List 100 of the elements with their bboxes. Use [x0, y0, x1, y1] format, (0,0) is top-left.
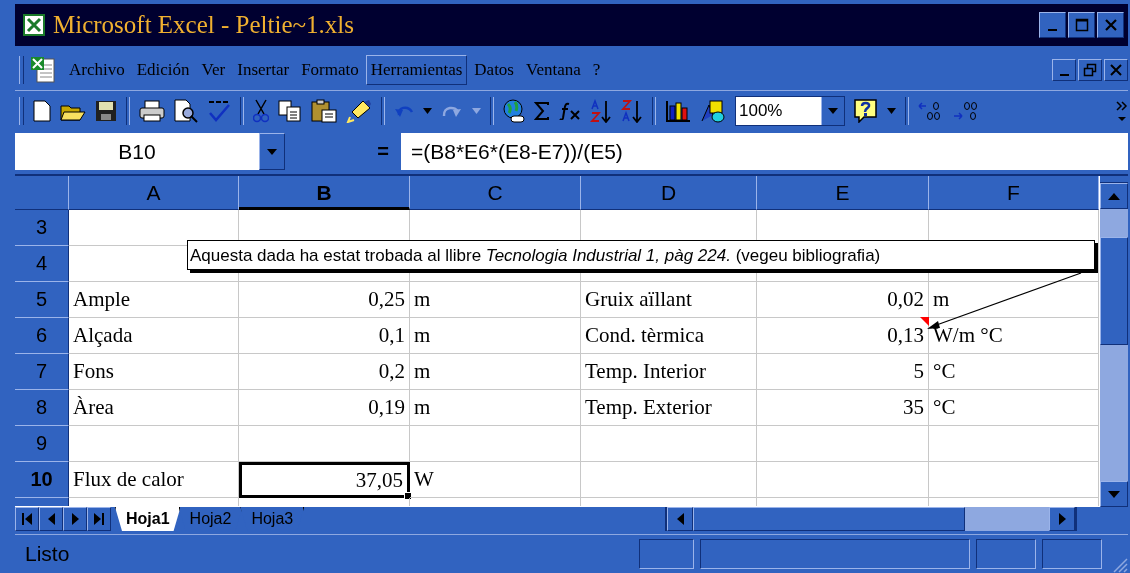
sort-ascending-icon[interactable] [590, 99, 612, 123]
table-cell[interactable]: Temp. Interior [581, 354, 757, 390]
table-cell[interactable]: Flux de calor [69, 462, 239, 498]
table-cell[interactable]: Ample [69, 282, 239, 318]
table-cell[interactable] [410, 426, 581, 462]
scroll-down-button[interactable] [1100, 481, 1128, 507]
table-cell[interactable]: 0,25 [239, 282, 410, 318]
table-cell[interactable]: m [410, 282, 581, 318]
redo-icon[interactable] [441, 104, 463, 118]
bar-chart-icon[interactable] [665, 100, 691, 122]
menu-item[interactable]: Ventana [521, 55, 586, 85]
close-button[interactable] [1104, 59, 1128, 81]
table-cell[interactable] [239, 426, 410, 462]
table-cell[interactable]: Alçada [69, 318, 239, 354]
caret-icon[interactable] [423, 108, 432, 114]
menu-item[interactable]: ? [587, 55, 606, 85]
last-sheet-button[interactable] [87, 507, 111, 531]
scroll-up-button[interactable] [1100, 183, 1128, 209]
table-cell[interactable]: W [410, 462, 581, 498]
row-header[interactable]: 8 [15, 390, 69, 426]
table-cell[interactable]: 0,19 [239, 390, 410, 426]
menu-item[interactable]: Datos [469, 55, 519, 85]
table-cell[interactable]: 0,2 [239, 354, 410, 390]
close-button[interactable] [1097, 12, 1124, 38]
scroll-right-button[interactable] [1049, 507, 1075, 531]
paste-icon[interactable] [311, 99, 337, 123]
row-header[interactable]: 7 [15, 354, 69, 390]
table-cell[interactable]: °C [929, 354, 1099, 390]
row-header[interactable]: 5 [15, 282, 69, 318]
table-cell[interactable]: Cond. tèrmica [581, 318, 757, 354]
row-header[interactable]: 10 [15, 462, 69, 498]
next-sheet-button[interactable] [63, 507, 87, 531]
column-header[interactable]: F [929, 176, 1099, 210]
table-cell[interactable] [581, 426, 757, 462]
spelling-check-icon[interactable] [207, 99, 231, 123]
maximize-button[interactable] [1068, 12, 1095, 38]
minimize-button[interactable] [1052, 59, 1076, 81]
table-cell[interactable]: m [410, 318, 581, 354]
table-cell[interactable]: 0,02 [757, 282, 929, 318]
paintbrush-icon[interactable] [346, 99, 372, 123]
table-cell[interactable] [757, 462, 929, 498]
table-cell[interactable] [69, 426, 239, 462]
row-header[interactable]: 9 [15, 426, 69, 462]
column-header[interactable]: B [239, 176, 410, 210]
row-header[interactable]: 3 [15, 210, 69, 246]
equals-sign[interactable]: = [377, 140, 389, 163]
table-cell[interactable]: 35 [757, 390, 929, 426]
table-cell[interactable]: Gruix aïllant [581, 282, 757, 318]
scissors-icon[interactable] [253, 99, 269, 123]
column-header[interactable]: D [581, 176, 757, 210]
table-cell[interactable]: Temp. Exterior [581, 390, 757, 426]
menu-item[interactable]: Formato [296, 55, 364, 85]
row-header[interactable]: 4 [15, 246, 69, 282]
minimize-button[interactable] [1039, 12, 1066, 38]
print-preview-icon[interactable] [174, 99, 198, 123]
caret-icon[interactable] [472, 108, 481, 114]
table-cell[interactable]: 0,1 [239, 318, 410, 354]
table-cell[interactable]: Fons [69, 354, 239, 390]
table-cell[interactable]: Àrea [69, 390, 239, 426]
table-cell[interactable] [929, 426, 1099, 462]
workbook-icon[interactable] [30, 56, 56, 84]
sheet-tab[interactable]: Hoja1 [115, 507, 181, 531]
sort-descending-icon[interactable] [621, 99, 643, 123]
column-header[interactable]: C [410, 176, 581, 210]
table-cell[interactable]: 0,13 [757, 318, 929, 354]
new-document-icon[interactable] [33, 100, 51, 122]
column-header[interactable]: A [69, 176, 239, 210]
scroll-thumb[interactable] [1100, 237, 1128, 345]
copy-icon[interactable] [278, 100, 302, 122]
menu-item[interactable]: Ver [196, 55, 231, 85]
table-cell[interactable]: 37,05 [239, 462, 410, 498]
scroll-left-button[interactable] [667, 507, 693, 531]
restore-button[interactable] [1078, 59, 1102, 81]
table-cell[interactable]: m [410, 354, 581, 390]
menu-item[interactable]: Edición [131, 55, 195, 85]
save-icon[interactable] [95, 100, 117, 122]
name-box-dropdown[interactable] [259, 133, 285, 170]
menu-item[interactable]: Archivo [64, 55, 130, 85]
more-options-icon[interactable] [1116, 100, 1128, 122]
row-header[interactable]: 6 [15, 318, 69, 354]
help-icon[interactable] [854, 99, 878, 123]
menu-item[interactable]: Insertar [232, 55, 295, 85]
previous-sheet-button[interactable] [39, 507, 63, 531]
table-cell[interactable] [757, 426, 929, 462]
table-cell[interactable]: 5 [757, 354, 929, 390]
printer-icon[interactable] [139, 100, 165, 122]
caret-icon[interactable] [887, 108, 896, 114]
table-cell[interactable]: m [410, 390, 581, 426]
function-icon[interactable] [559, 102, 581, 120]
first-sheet-button[interactable] [15, 507, 39, 531]
table-cell[interactable]: °C [929, 390, 1099, 426]
scroll-thumb[interactable] [693, 507, 965, 531]
menu-item[interactable]: Herramientas [365, 55, 468, 85]
globe-icon[interactable] [503, 99, 525, 123]
column-header[interactable]: E [757, 176, 929, 210]
decrease-decimal-icon[interactable] [953, 101, 979, 121]
table-cell[interactable] [581, 462, 757, 498]
select-all-corner[interactable] [15, 176, 69, 210]
table-cell[interactable]: m [929, 282, 1099, 318]
name-box[interactable]: B10 [15, 133, 259, 170]
